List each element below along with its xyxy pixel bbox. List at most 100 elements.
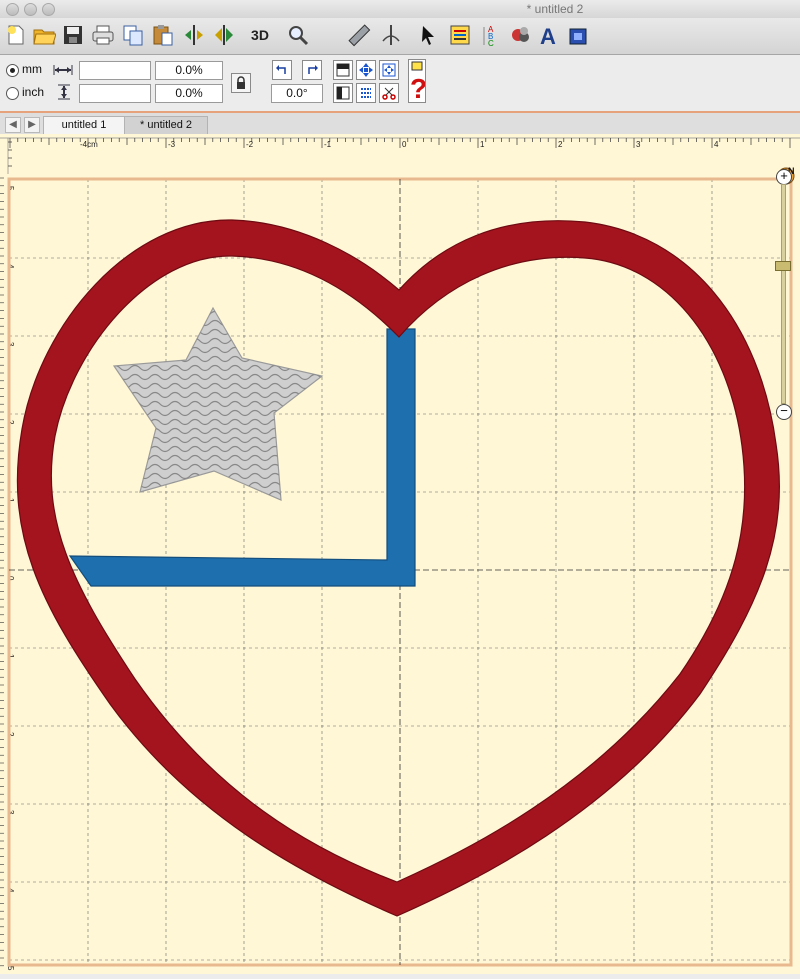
width-arrows-icon (53, 65, 73, 75)
scissors-icon (382, 87, 396, 100)
options-bar: mm inch 0.0% 0.0% 0.0° ? (0, 55, 800, 113)
align-top-icon (336, 63, 350, 77)
star-embroidery[interactable] (112, 306, 324, 501)
horizontal-ruler: -4cm -3 -2 -1 0 1 2 3 4 (0, 134, 800, 174)
spell-check-button[interactable]: ABC (479, 21, 505, 49)
height-percent-field[interactable]: 0.0% (155, 84, 223, 103)
stitch-simulator-icon (382, 25, 400, 45)
mirror-vertical-button[interactable] (211, 21, 237, 49)
svg-text:A: A (540, 24, 556, 47)
ruler-label: -1 (324, 140, 332, 149)
vertical-ruler-label: 5 (6, 966, 15, 971)
unit-mm-label: mm (22, 62, 42, 76)
mirror-horizontal-button[interactable] (181, 21, 207, 49)
mirror-horizontal-icon (185, 25, 203, 45)
help-button[interactable]: ? (408, 59, 427, 104)
save-icon (64, 26, 82, 44)
document-tab-bar: ◀ ▶ untitled 1 * untitled 2 (0, 113, 800, 135)
zoom-in-button[interactable]: + (776, 169, 792, 185)
ruler-label: -2 (246, 140, 254, 149)
ruler-label: 0 (402, 140, 407, 149)
color-button[interactable] (508, 21, 534, 49)
ruler-scale: -4cm -3 -2 -1 0 1 2 3 4 (0, 137, 800, 174)
align-top-button[interactable] (333, 60, 353, 80)
zoom-button[interactable] (285, 21, 311, 49)
paste-icon (153, 25, 173, 46)
unit-mm-radio[interactable] (6, 64, 19, 77)
tab-untitled-1[interactable]: untitled 1 (43, 116, 125, 134)
svg-text:?: ? (410, 73, 425, 102)
open-folder-icon (33, 29, 56, 45)
center-arrows-icon (359, 63, 373, 77)
new-file-icon (8, 25, 24, 45)
lock-icon (237, 76, 245, 89)
ruler-label: 3 (636, 140, 641, 149)
distribute-icon (361, 88, 371, 98)
text-button[interactable]: A (537, 21, 563, 49)
height-arrows-icon (58, 84, 70, 100)
new-file-button[interactable] (3, 21, 29, 49)
3d-view-icon: 3D (251, 27, 269, 43)
ruler-label: -4cm (80, 140, 98, 149)
zoom-magnifier-icon (289, 26, 309, 46)
close-window-button[interactable] (6, 3, 19, 16)
fit-to-hoop-button[interactable] (379, 60, 399, 80)
rotate-right-icon (308, 65, 318, 74)
ruler-label: 2 (558, 140, 563, 149)
ruler-label: 1 (480, 140, 485, 149)
save-button[interactable] (60, 21, 86, 49)
paste-button[interactable] (150, 21, 176, 49)
zoom-window-button[interactable] (42, 3, 55, 16)
spell-check-icon: ABC (483, 25, 494, 47)
open-button[interactable] (31, 21, 57, 49)
properties-button[interactable] (447, 21, 473, 49)
measure-ruler-icon (348, 24, 371, 47)
color-icon (512, 27, 529, 42)
distribute-button[interactable] (356, 83, 376, 103)
unit-inch-label: inch (22, 85, 45, 99)
svg-text:C: C (488, 39, 494, 47)
zoom-slider-track[interactable] (781, 184, 786, 404)
mirror-vertical-icon (215, 25, 233, 45)
select-button[interactable] (415, 21, 441, 49)
ruler-label: 4 (714, 140, 719, 149)
embroidery-design-area: 54321012345 (0, 177, 793, 971)
lock-proportions-button[interactable] (231, 73, 251, 93)
center-button[interactable] (356, 60, 376, 80)
copy-button[interactable] (120, 21, 146, 49)
print-button[interactable] (90, 21, 116, 49)
rotate-right-button[interactable] (302, 60, 322, 80)
width-percent-field[interactable]: 0.0% (155, 61, 223, 80)
height-field[interactable] (79, 84, 151, 103)
tab-untitled-2[interactable]: * untitled 2 (124, 116, 208, 134)
width-field[interactable] (79, 61, 151, 80)
main-toolbar: 3D ABC A (0, 18, 800, 55)
zoom-slider-thumb[interactable] (775, 261, 791, 271)
cut-button[interactable] (379, 83, 399, 103)
fit-hoop-icon (382, 63, 396, 77)
copy-icon (123, 25, 143, 46)
zoom-out-button[interactable]: − (776, 404, 792, 420)
select-arrow-icon (422, 26, 434, 45)
tab-scroll-left-button[interactable]: ◀ (5, 117, 21, 133)
hoop-icon (569, 28, 587, 45)
3d-view-button[interactable]: 3D (245, 21, 275, 49)
properties-icon (450, 25, 470, 45)
hoop-button[interactable] (565, 21, 591, 49)
tab-scroll-right-button[interactable]: ▶ (24, 117, 40, 133)
rotation-field[interactable]: 0.0° (271, 84, 323, 103)
measure-button[interactable] (346, 21, 372, 49)
window-title: * untitled 2 (526, 2, 584, 16)
print-icon (92, 25, 114, 45)
minimize-window-button[interactable] (24, 3, 37, 16)
ruler-label: -3 (168, 140, 176, 149)
help-question-icon: ? (410, 61, 427, 104)
design-canvas[interactable]: 54321012345 N + − (0, 166, 800, 974)
unit-inch-radio[interactable] (6, 87, 19, 100)
rotate-left-icon (276, 65, 286, 74)
align-left-button[interactable] (333, 83, 353, 103)
rotate-left-button[interactable] (272, 60, 292, 80)
stitch-simulator-button[interactable] (378, 21, 404, 49)
align-left-icon (336, 86, 350, 100)
text-icon: A (540, 24, 556, 47)
